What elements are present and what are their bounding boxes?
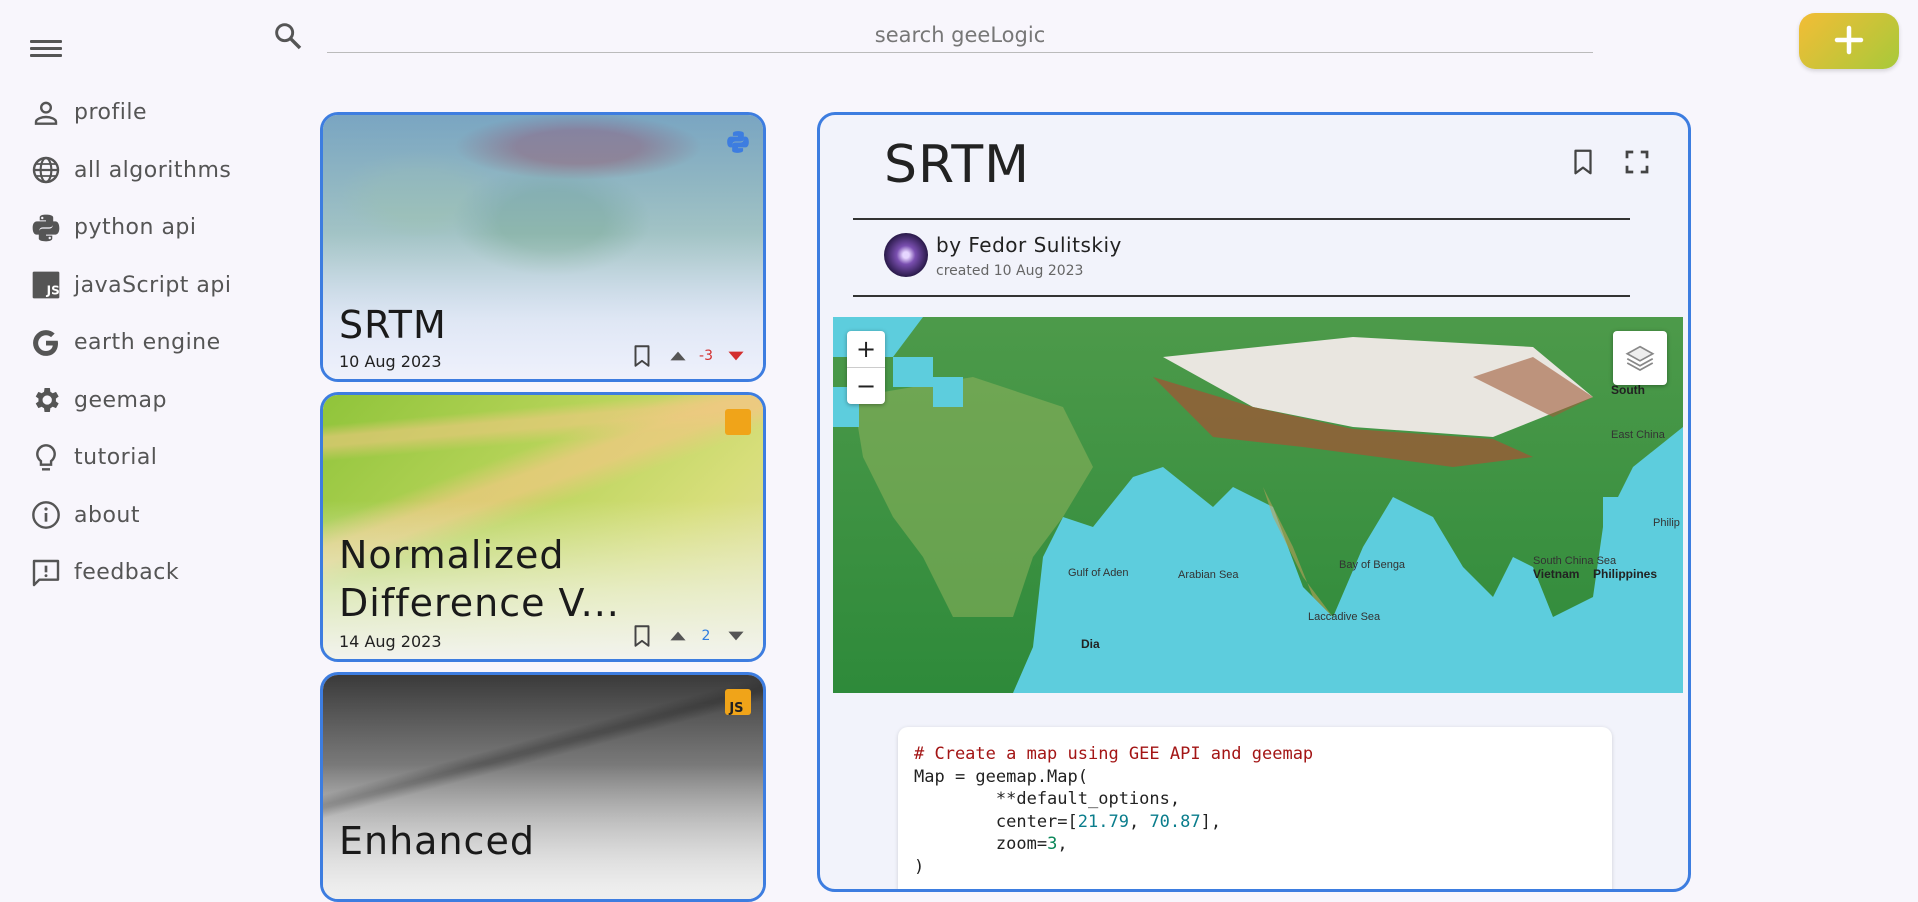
javascript-icon: JS: [725, 689, 751, 716]
code-block[interactable]: # Create a map using GEE API and geemap …: [898, 727, 1612, 889]
map-label: Bay of Benga: [1339, 559, 1406, 571]
info-icon: [30, 499, 62, 531]
divider: [853, 218, 1630, 220]
zoom-out-button[interactable]: −: [847, 367, 885, 404]
search-icon[interactable]: [272, 20, 304, 52]
sidebar-item-label: feedback: [74, 560, 180, 586]
downvote-icon[interactable]: [723, 343, 749, 369]
algorithm-detail-panel: SRTM by Fedor Sulitskiy created 10 Aug 2…: [817, 112, 1691, 892]
sidebar-item-label: geemap: [74, 387, 167, 413]
sidebar-item-tutorial[interactable]: tutorial: [30, 429, 260, 487]
card-actions: 2: [619, 623, 749, 649]
code-number: 70.87: [1149, 811, 1201, 832]
menu-icon[interactable]: [30, 36, 62, 60]
sidebar-item-about[interactable]: about: [30, 487, 260, 545]
map-label: East China: [1611, 429, 1665, 441]
plus-icon: [1831, 25, 1867, 61]
feedback-icon: [30, 557, 62, 589]
layers-icon: [1625, 345, 1655, 372]
sidebar-item-label: earth engine: [74, 330, 221, 356]
upvote-icon[interactable]: [665, 623, 691, 649]
code-line: zoom=: [914, 834, 1048, 854]
divider: [853, 295, 1630, 297]
python-icon: [727, 131, 749, 153]
map-label: Philippines: [1593, 567, 1658, 581]
map-label: Dia: [1081, 637, 1100, 651]
author-name[interactable]: by Fedor Sulitskiy: [936, 233, 1122, 257]
downvote-icon[interactable]: [723, 623, 749, 649]
created-date: created 10 Aug 2023: [936, 263, 1084, 279]
fullscreen-icon[interactable]: [1622, 147, 1652, 177]
code-line: Map = geemap.Map(: [914, 766, 1088, 787]
algorithm-card[interactable]: Normalized Difference V... 14 Aug 2023 2: [320, 392, 766, 662]
sidebar-item-profile[interactable]: profile: [30, 84, 260, 142]
code-line: ,: [1057, 834, 1068, 854]
card-actions: -3: [619, 343, 749, 369]
zoom-in-button[interactable]: +: [847, 331, 885, 367]
algorithm-card[interactable]: JS Enhanced: [320, 672, 766, 902]
card-title: SRTM: [339, 303, 447, 347]
layers-button[interactable]: [1613, 331, 1667, 385]
person-icon: [30, 97, 62, 129]
bookmark-icon[interactable]: [629, 623, 655, 649]
terrain-layer: [833, 317, 1683, 693]
code-line: ],: [1200, 811, 1222, 832]
python-icon: [30, 212, 62, 244]
sidebar-item-all-algorithms[interactable]: all algorithms: [30, 142, 260, 200]
map-label: South: [1611, 383, 1645, 397]
card-title: Enhanced: [339, 819, 535, 863]
code-number: 21.79: [1077, 811, 1129, 832]
map-label: Gulf of Aden: [1068, 567, 1129, 579]
javascript-icon: [725, 409, 751, 435]
card-thumbnail: [323, 675, 763, 899]
sidebar-item-feedback[interactable]: feedback: [30, 544, 260, 602]
upvote-icon[interactable]: [665, 343, 691, 369]
sidebar-item-earth-engine[interactable]: earth engine: [30, 314, 260, 372]
sidebar-item-label: profile: [74, 100, 147, 126]
card-date: 14 Aug 2023: [339, 632, 442, 651]
sidebar-item-javascript-api[interactable]: JS javaScript api: [30, 257, 260, 315]
map-label: Arabian Sea: [1178, 569, 1239, 581]
sidebar-item-label: about: [74, 502, 140, 528]
page-title: SRTM: [884, 135, 1030, 195]
sidebar-item-label: javaScript api: [74, 272, 232, 298]
javascript-icon: JS: [30, 269, 62, 301]
map-view[interactable]: Arabian Sea Bay of Benga South China Sea…: [833, 317, 1683, 693]
code-line: **default_options,: [914, 789, 1181, 809]
map-label: Philip: [1653, 517, 1680, 529]
vote-count: 2: [701, 628, 711, 644]
card-title: Normalized Difference V...: [339, 533, 620, 625]
search-input[interactable]: [327, 18, 1593, 53]
map-label: Vietnam: [1533, 567, 1580, 581]
bookmark-icon[interactable]: [1568, 147, 1598, 177]
sidebar-item-geemap[interactable]: geemap: [30, 372, 260, 430]
algorithm-card[interactable]: SRTM 10 Aug 2023 -3: [320, 112, 766, 382]
sidebar: profile all algorithms python api JS jav…: [30, 84, 260, 602]
map-label: South China Sea: [1533, 555, 1617, 567]
code-comment: # Create a map using GEE API and geemap: [914, 744, 1314, 764]
sidebar-item-label: tutorial: [74, 445, 158, 471]
svg-text:JS: JS: [46, 284, 60, 298]
vote-count: -3: [699, 348, 713, 364]
code-number: 3: [1047, 834, 1058, 854]
code-line: center=[: [914, 811, 1078, 832]
google-g-icon: [30, 327, 62, 359]
zoom-control: + −: [847, 331, 885, 404]
add-button[interactable]: [1799, 13, 1899, 69]
sidebar-item-python-api[interactable]: python api: [30, 199, 260, 257]
svg-text:JS: JS: [728, 701, 743, 715]
card-date: 10 Aug 2023: [339, 352, 442, 371]
globe-icon: [30, 154, 62, 186]
map-label: Laccadive Sea: [1308, 611, 1381, 623]
sidebar-item-label: all algorithms: [74, 157, 232, 183]
avatar[interactable]: [884, 233, 928, 277]
bookmark-icon[interactable]: [629, 343, 655, 369]
lightbulb-icon: [30, 442, 62, 474]
gear-icon: [30, 384, 62, 416]
sidebar-item-label: python api: [74, 215, 197, 241]
